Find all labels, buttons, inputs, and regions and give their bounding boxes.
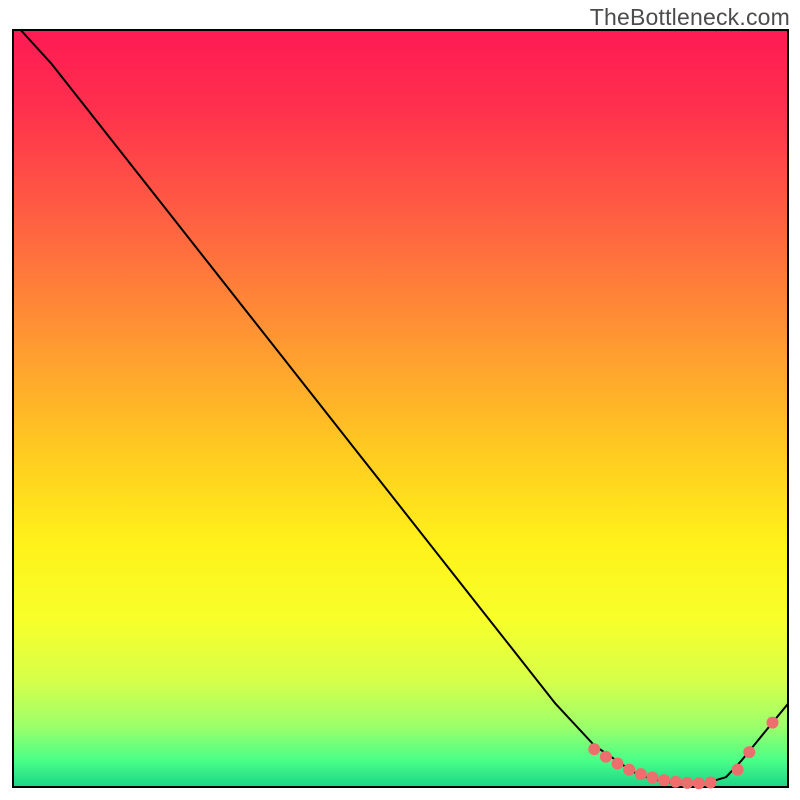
curve-marker (658, 774, 670, 786)
curve-marker (705, 776, 717, 788)
curve-marker (588, 743, 600, 755)
curve-marker (732, 764, 744, 776)
bottleneck-chart: TheBottleneck.com (0, 0, 800, 800)
gradient-background (13, 30, 788, 787)
chart-canvas (0, 0, 800, 800)
curve-marker (600, 751, 612, 763)
curve-marker (743, 746, 755, 758)
curve-marker (681, 777, 693, 789)
curve-marker (767, 717, 779, 729)
curve-marker (670, 776, 682, 788)
curve-marker (646, 772, 658, 784)
watermark-text: TheBottleneck.com (590, 4, 790, 31)
curve-marker (612, 758, 624, 770)
curve-marker (623, 764, 635, 776)
curve-marker (635, 768, 647, 780)
curve-marker (693, 777, 705, 789)
